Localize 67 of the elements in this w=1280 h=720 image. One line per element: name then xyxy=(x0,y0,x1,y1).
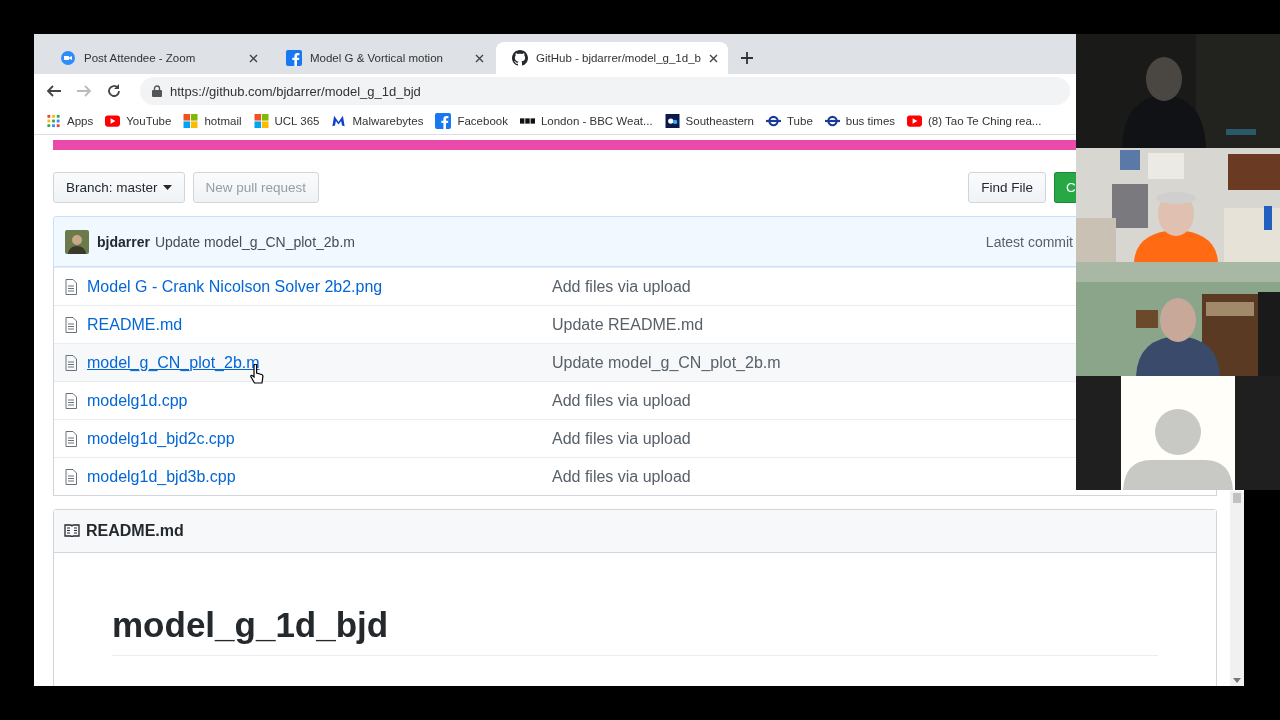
find-file-button[interactable]: Find File xyxy=(968,172,1046,203)
browser-tab[interactable]: GitHub - bjdarrer/model_g_1d_b xyxy=(496,42,728,74)
file-link[interactable]: model_g_CN_plot_2b.m xyxy=(87,353,552,372)
roundel-icon xyxy=(824,114,840,128)
scroll-down-icon[interactable] xyxy=(1233,678,1241,684)
readme-title: README.md xyxy=(86,522,184,540)
browser-tab[interactable]: Post Attendee - Zoom xyxy=(44,42,268,74)
m-logo-icon xyxy=(331,114,347,128)
latest-commit-label: Latest commit xyxy=(985,233,1073,250)
bookmark[interactable]: bus times xyxy=(824,114,896,128)
file-icon xyxy=(65,430,77,447)
play-icon xyxy=(105,114,121,128)
branch-dropdown[interactable]: Branch: master xyxy=(53,172,185,203)
caret-icon xyxy=(162,185,172,190)
bookmark[interactable]: Southeastern xyxy=(664,114,754,128)
bookmark[interactable]: hotmail xyxy=(183,114,242,128)
file-link[interactable]: Model G - Crank Nicolson Solver 2b2.png xyxy=(87,277,552,296)
file-link[interactable]: modelg1d.cpp xyxy=(87,391,552,410)
scroll-thumb[interactable] xyxy=(1233,493,1241,503)
bookmark[interactable]: London - BBC Weat... xyxy=(519,114,653,128)
four-squares-icon xyxy=(183,114,199,128)
octocat-icon xyxy=(512,50,528,66)
video-camera-icon xyxy=(60,50,76,66)
file-link[interactable]: modelg1d_bjd3b.cpp xyxy=(87,467,552,486)
close-icon[interactable] xyxy=(249,53,258,63)
address-bar[interactable]: https://github.com/bjdarrer/model_g_1d_bjd xyxy=(140,77,1070,105)
close-icon[interactable] xyxy=(475,53,484,63)
file-link[interactable]: modelg1d_bjd2c.cpp xyxy=(87,429,552,448)
avatar-icon xyxy=(65,229,89,254)
apps-grid-icon xyxy=(46,114,61,128)
book-icon xyxy=(64,524,80,538)
facebook-icon xyxy=(286,50,302,66)
bookmark[interactable]: Facebook xyxy=(435,113,508,129)
commit-message[interactable]: Add files via upload xyxy=(552,391,691,410)
file-link[interactable]: README.md xyxy=(87,315,552,334)
bookmark[interactable]: Apps xyxy=(46,114,94,128)
back-icon[interactable] xyxy=(46,83,62,99)
bookmark[interactable]: Tube xyxy=(766,114,813,128)
commit-message[interactable]: Update model_g_CN_plot_2b.m xyxy=(154,233,355,250)
commit-author[interactable]: bjdarrer xyxy=(97,233,150,250)
commit-message[interactable]: Add files via upload xyxy=(552,467,691,486)
url-text: https://github.com/bjdarrer/model_g_1d_bjd xyxy=(170,83,421,99)
commit-message[interactable]: Update model_g_CN_plot_2b.m xyxy=(552,353,781,372)
facebook-icon xyxy=(435,113,452,129)
four-squares-icon xyxy=(253,114,269,128)
commit-message[interactable]: Add files via upload xyxy=(552,429,691,448)
commit-message[interactable]: Add files via upload xyxy=(552,277,691,296)
square-logo-icon xyxy=(664,114,680,128)
bookmark[interactable]: Malwarebytes xyxy=(331,114,424,128)
roundel-icon xyxy=(766,114,781,128)
file-icon xyxy=(65,316,77,333)
new-tab-icon[interactable] xyxy=(739,51,754,65)
bookmark[interactable]: UCL 365 xyxy=(253,114,320,128)
play-icon xyxy=(907,114,923,128)
commit-message[interactable]: Update README.md xyxy=(552,315,704,334)
file-icon xyxy=(65,392,77,409)
file-icon xyxy=(65,278,77,295)
lock-icon xyxy=(152,85,162,97)
close-icon[interactable] xyxy=(708,53,718,63)
browser-tab[interactable]: Model G & Vortical motion xyxy=(270,42,494,74)
reload-icon[interactable] xyxy=(106,83,122,99)
readme-heading: model_g_1d_bjd xyxy=(112,605,1158,656)
file-icon xyxy=(65,354,77,371)
file-icon xyxy=(65,468,77,485)
scrollbar[interactable] xyxy=(1230,491,1244,686)
bookmark[interactable]: (8) Tao Te Ching rea... xyxy=(907,114,1042,128)
bookmark[interactable]: YouTube xyxy=(105,114,172,128)
